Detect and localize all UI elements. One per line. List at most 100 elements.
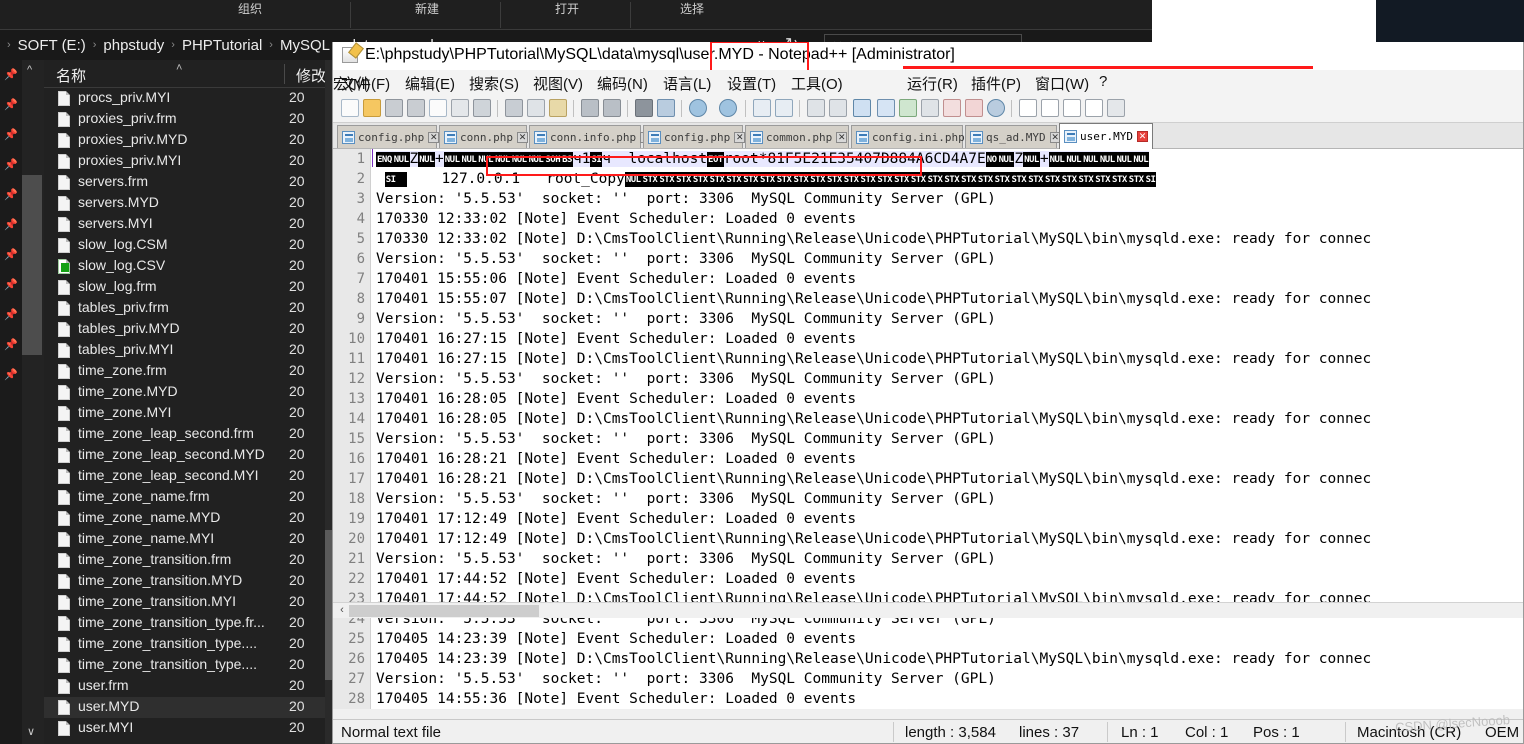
- document-tab[interactable]: config.ini.php✕: [851, 125, 980, 148]
- file-list-item[interactable]: time_zone_name.MYD 20: [44, 508, 332, 529]
- file-list-item[interactable]: servers.frm 20: [44, 172, 332, 193]
- code-line[interactable]: 170401 16:28:05 [Note] Event Scheduler: …: [376, 391, 856, 407]
- code-line[interactable]: 170330 12:33:02 [Note] Event Scheduler: …: [376, 211, 856, 227]
- monitoring-icon[interactable]: [965, 99, 983, 117]
- code-line[interactable]: Version: '5.5.53' socket: '' port: 3306 …: [376, 191, 996, 207]
- text-editor[interactable]: 1 2 3 4 5 6 7 8 9 10 11 12 13 14 15 16 17 18 19 20 21 22 23 24 2…: [333, 149, 1523, 709]
- file-list-item[interactable]: time_zone_name.frm 20: [44, 487, 332, 508]
- file-list-item[interactable]: time_zone.frm 20: [44, 361, 332, 382]
- code-line[interactable]: Version: '5.5.53' socket: '' port: 3306 …: [376, 311, 996, 327]
- pin-icon[interactable]: 📌: [4, 158, 18, 171]
- menu-item-plugins[interactable]: 插件(P): [971, 73, 1021, 94]
- code-line[interactable]: Version: '5.5.53' socket: '' port: 3306 …: [376, 251, 996, 267]
- ribbon-group-organize[interactable]: 组织: [170, 0, 330, 29]
- undo-icon[interactable]: [581, 99, 599, 117]
- document-tab[interactable]: qs_ad.MYD ✕: [965, 125, 1061, 148]
- indent-guide-icon[interactable]: [853, 99, 871, 117]
- macro-play-multiple-icon[interactable]: [1085, 99, 1103, 117]
- code-line[interactable]: 170401 15:55:06 [Note] Event Scheduler: …: [376, 271, 856, 287]
- macro-record-icon[interactable]: [1019, 99, 1037, 117]
- document-tab[interactable]: conn.php ✕: [439, 125, 528, 148]
- menu-item-view[interactable]: 视图(V): [533, 73, 583, 94]
- macro-play-icon[interactable]: [1063, 99, 1081, 117]
- code-line[interactable]: 170401 17:44:52 [Note] Event Scheduler: …: [376, 571, 856, 587]
- code-line[interactable]: 170401 16:28:21 [Note] Event Scheduler: …: [376, 451, 856, 467]
- sync-horizontal-icon[interactable]: [775, 99, 793, 117]
- code-line[interactable]: 170401 17:12:49 [Note] D:\CmsToolClient\…: [376, 531, 1371, 547]
- ribbon-group-new[interactable]: 新建: [352, 0, 502, 29]
- code-line[interactable]: Version: '5.5.53' socket: '' port: 3306 …: [376, 671, 996, 687]
- show-all-chars-icon[interactable]: [829, 99, 847, 117]
- ribbon-group-open[interactable]: 打开: [502, 0, 632, 29]
- file-list-item[interactable]: slow_log.frm 20: [44, 277, 332, 298]
- file-list-item[interactable]: time_zone_transition_type.fr... 20: [44, 613, 332, 634]
- file-list-scroll-thumb[interactable]: [325, 530, 332, 680]
- scroll-left-icon[interactable]: ‹: [335, 604, 349, 618]
- close-icon[interactable]: ✕: [836, 131, 848, 143]
- menu-item-help[interactable]: ?: [1099, 73, 1107, 90]
- scroll-down-icon[interactable]: ∨: [27, 725, 35, 738]
- breadcrumb-item-phpstudy[interactable]: phpstudy: [99, 37, 168, 54]
- user-defined-lang-icon[interactable]: [877, 99, 895, 117]
- zoom-out-icon[interactable]: [719, 99, 737, 117]
- scroll-up-icon[interactable]: ^: [27, 64, 32, 76]
- preferences-icon[interactable]: [987, 99, 1005, 117]
- file-list-item[interactable]: time_zone.MYI 20: [44, 403, 332, 424]
- navigation-pane-scrollbar[interactable]: ^ ∨: [22, 60, 44, 744]
- pin-icon[interactable]: 📌: [4, 278, 18, 291]
- menu-item-window[interactable]: 窗口(W): [1035, 73, 1089, 94]
- document-tab[interactable]: config.php ✕: [337, 125, 440, 148]
- file-list-item[interactable]: tables_priv.frm 20: [44, 298, 332, 319]
- code-line[interactable]: 170405 14:55:36 [Note] Event Scheduler: …: [376, 691, 856, 707]
- macro-stop-icon[interactable]: [1041, 99, 1059, 117]
- file-list-item[interactable]: proxies_priv.MYD 20: [44, 130, 332, 151]
- menu-item-language[interactable]: 语言(L): [663, 73, 711, 94]
- file-list-item[interactable]: slow_log.CSM 20: [44, 235, 332, 256]
- pin-icon[interactable]: 📌: [4, 308, 18, 321]
- code-line[interactable]: 170401 16:27:15 [Note] D:\CmsToolClient\…: [376, 351, 1371, 367]
- code-content-area[interactable]: ENQ NULZNUL+NUL NUL NUL NUL NUL NUL SOH BSч1SIч …: [372, 149, 1523, 709]
- file-list-item[interactable]: time_zone_transition.MYI 20: [44, 592, 332, 613]
- new-file-icon[interactable]: [341, 99, 359, 117]
- code-line[interactable]: 170401 16:28:21 [Note] D:\CmsToolClient\…: [376, 471, 1371, 487]
- ribbon-group-select[interactable]: 选择: [632, 0, 752, 29]
- navigation-pane-scroll-thumb[interactable]: [22, 175, 42, 355]
- menu-item-settings[interactable]: 设置(T): [727, 73, 776, 94]
- code-line[interactable]: 170401 15:55:07 [Note] D:\CmsToolClient\…: [376, 291, 1371, 307]
- code-line[interactable]: 170405 14:23:39 [Note] Event Scheduler: …: [376, 631, 856, 647]
- code-line[interactable]: 170330 12:33:02 [Note] D:\CmsToolClient\…: [376, 231, 1371, 247]
- file-list-item[interactable]: time_zone_leap_second.MYI 20: [44, 466, 332, 487]
- document-tab[interactable]: config.php ✕: [643, 125, 746, 148]
- replace-icon[interactable]: [657, 99, 675, 117]
- column-header-name[interactable]: 名称: [56, 65, 86, 86]
- menu-item-edit[interactable]: 编辑(E): [405, 73, 455, 94]
- code-line[interactable]: 170401 17:12:49 [Note] Event Scheduler: …: [376, 511, 856, 527]
- print-icon[interactable]: [473, 99, 491, 117]
- cut-icon[interactable]: [505, 99, 523, 117]
- file-list-item[interactable]: user.frm 20: [44, 676, 332, 697]
- copy-icon[interactable]: [527, 99, 545, 117]
- document-tab-bar[interactable]: config.php✕conn.php✕conn.info.php✕config…: [333, 123, 1523, 149]
- file-list-item[interactable]: servers.MYI 20: [44, 214, 332, 235]
- column-divider[interactable]: [284, 64, 285, 84]
- menu-item-macro[interactable]: 宏(M): [333, 73, 371, 94]
- file-list-item[interactable]: time_zone_name.MYI 20: [44, 529, 332, 550]
- code-line[interactable]: 170401 16:27:15 [Note] Event Scheduler: …: [376, 331, 856, 347]
- open-file-icon[interactable]: [363, 99, 381, 117]
- pin-icon[interactable]: 📌: [4, 248, 18, 261]
- menu-item-encoding[interactable]: 编码(N): [597, 73, 648, 94]
- document-tab[interactable]: conn.info.php✕: [529, 125, 652, 148]
- pin-icon[interactable]: 📌: [4, 98, 18, 111]
- file-list-item[interactable]: proxies_priv.MYI 20: [44, 151, 332, 172]
- word-wrap-icon[interactable]: [807, 99, 825, 117]
- pin-icon[interactable]: 📌: [4, 218, 18, 231]
- code-line[interactable]: Version: '5.5.53' socket: '' port: 3306 …: [376, 431, 996, 447]
- document-map-icon[interactable]: [899, 99, 917, 117]
- close-icon[interactable]: ✕: [1136, 131, 1148, 142]
- folder-as-workspace-icon[interactable]: [943, 99, 961, 117]
- horizontal-scroll-thumb[interactable]: [349, 605, 539, 617]
- save-all-icon[interactable]: [407, 99, 425, 117]
- sync-vertical-icon[interactable]: [753, 99, 771, 117]
- menu-item-tools[interactable]: 工具(O): [791, 73, 843, 94]
- pin-icon[interactable]: 📌: [4, 188, 18, 201]
